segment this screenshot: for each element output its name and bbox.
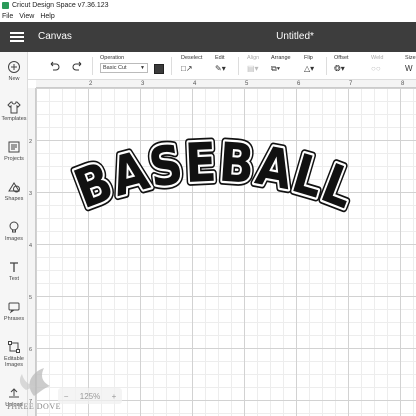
redo-icon[interactable] [72, 60, 84, 72]
ruler-tick-label: 3 [29, 191, 33, 197]
color-swatch[interactable] [154, 64, 164, 74]
menu-view[interactable]: View [19, 13, 34, 20]
ruler-tick-label: 7 [349, 81, 353, 87]
plus-circle-icon [8, 61, 20, 73]
undo-icon[interactable] [48, 60, 60, 72]
zoom-out-button[interactable]: − [64, 392, 69, 401]
sidebar-item-label: Text [8, 276, 20, 282]
weld-label: Weld [371, 55, 384, 61]
deselect-icon: □↗ [181, 64, 193, 73]
deselect-button[interactable]: Deselect □↗ [181, 55, 202, 74]
offset-button[interactable]: Offset ❂▾ [334, 55, 349, 74]
offset-icon: ❂▾ [334, 64, 345, 73]
shirt-icon [7, 101, 21, 114]
align-button[interactable]: Align ▤▾ [247, 55, 259, 74]
window-title-bar: Cricut Design Space v7.36.123 [0, 0, 416, 11]
align-label: Align [247, 55, 260, 61]
window-title: Cricut Design Space v7.36.123 [12, 2, 109, 9]
zoom-level: 125% [79, 391, 101, 401]
sidebar-item-phrases[interactable]: Phrases [0, 296, 28, 336]
toolbar-divider [326, 57, 327, 75]
sidebar-item-new[interactable]: New [0, 56, 28, 96]
sidebar-item-projects[interactable]: Projects [0, 136, 28, 176]
baseball-text-design[interactable]: BASEBALL BASEBALL BASEBALL [70, 132, 360, 228]
sidebar-item-label: Templates [1, 116, 27, 122]
ruler-tick-label: 8 [401, 81, 405, 87]
chevron-down-icon: ▼ [140, 65, 145, 71]
zoom-control: − 125% + [58, 388, 122, 404]
sidebar-item-templates[interactable]: Templates [0, 96, 28, 136]
ruler-horizontal: 2 3 4 5 6 7 8 [36, 80, 416, 88]
arrange-icon: ⧉▾ [271, 64, 281, 73]
weld-icon: ○○ [371, 64, 381, 73]
ruler-tick-label: 5 [29, 295, 33, 301]
operation-label: Operation [100, 55, 125, 61]
text-icon [10, 262, 18, 272]
menu-file[interactable]: File [2, 13, 13, 20]
menu-bar: File View Help [0, 11, 416, 22]
deselect-label: Deselect [181, 55, 203, 61]
zoom-in-button[interactable]: + [112, 392, 117, 401]
ruler-tick-label: 5 [245, 81, 249, 87]
offset-label: Offset [334, 55, 349, 61]
section-title: Canvas [38, 31, 72, 42]
operation-group: Operation Basic Cut ▼ [100, 55, 164, 74]
ruler-tick-label: 3 [141, 81, 145, 87]
left-sidebar: New Templates Projects Shapes Images Tex… [0, 52, 28, 416]
document-title[interactable]: Untitled* [250, 31, 340, 42]
ruler-tick-label: 4 [29, 243, 33, 249]
menu-help[interactable]: Help [40, 13, 54, 20]
lightbulb-icon [9, 221, 19, 233]
projects-icon [8, 141, 20, 153]
flip-icon: △▾ [304, 64, 315, 73]
baseball-text-fill: BASEBALL [70, 132, 360, 221]
shapes-icon [8, 182, 20, 193]
arrange-button[interactable]: Arrange ⧉▾ [271, 55, 291, 74]
phrases-icon [8, 302, 20, 314]
sidebar-item-label: Images [4, 236, 24, 242]
weld-button[interactable]: Weld ○○ [371, 55, 383, 74]
operation-value: Basic Cut [103, 65, 127, 71]
edit-toolbar: Operation Basic Cut ▼ Deselect □↗ Edit ✎… [28, 52, 416, 80]
size-control[interactable]: Size W [405, 55, 416, 74]
ruler-tick-label: 6 [297, 81, 301, 87]
toolbar-divider [238, 57, 239, 75]
app-header: Canvas Untitled* [0, 22, 416, 52]
toolbar-divider [92, 57, 93, 75]
arrange-label: Arrange [271, 55, 291, 61]
sidebar-item-shapes[interactable]: Shapes [0, 176, 28, 216]
ruler-tick-label: 2 [89, 81, 93, 87]
flip-label: Flip [304, 55, 313, 61]
sidebar-item-images[interactable]: Images [0, 216, 28, 256]
operation-select[interactable]: Basic Cut ▼ [100, 63, 148, 73]
sidebar-item-label: Projects [4, 156, 24, 162]
ruler-tick-label: 4 [193, 81, 197, 87]
ruler-tick-label: 6 [29, 347, 33, 353]
size-label: Size [405, 55, 416, 61]
ruler-tick-label: 2 [29, 139, 33, 145]
editable-images-icon [8, 341, 20, 353]
pencil-icon: ✎▾ [215, 64, 226, 73]
sidebar-item-text[interactable]: Text [0, 256, 28, 296]
toolbar-divider [171, 57, 172, 75]
flip-button[interactable]: Flip △▾ [304, 55, 314, 74]
edit-label: Edit [215, 55, 225, 61]
sidebar-item-label: Shapes [4, 196, 24, 202]
sidebar-item-label: New [8, 76, 20, 82]
edit-button[interactable]: Edit ✎▾ [215, 55, 226, 74]
app-window: Cricut Design Space v7.36.123 File View … [0, 0, 416, 416]
cricut-app-icon [2, 2, 9, 9]
sidebar-item-label: Phrases [3, 316, 25, 322]
align-icon: ▤▾ [247, 64, 259, 73]
hamburger-menu-icon[interactable] [10, 32, 24, 42]
size-width-field[interactable]: W [405, 64, 416, 74]
watermark-text: THREE DOVE [6, 402, 61, 411]
